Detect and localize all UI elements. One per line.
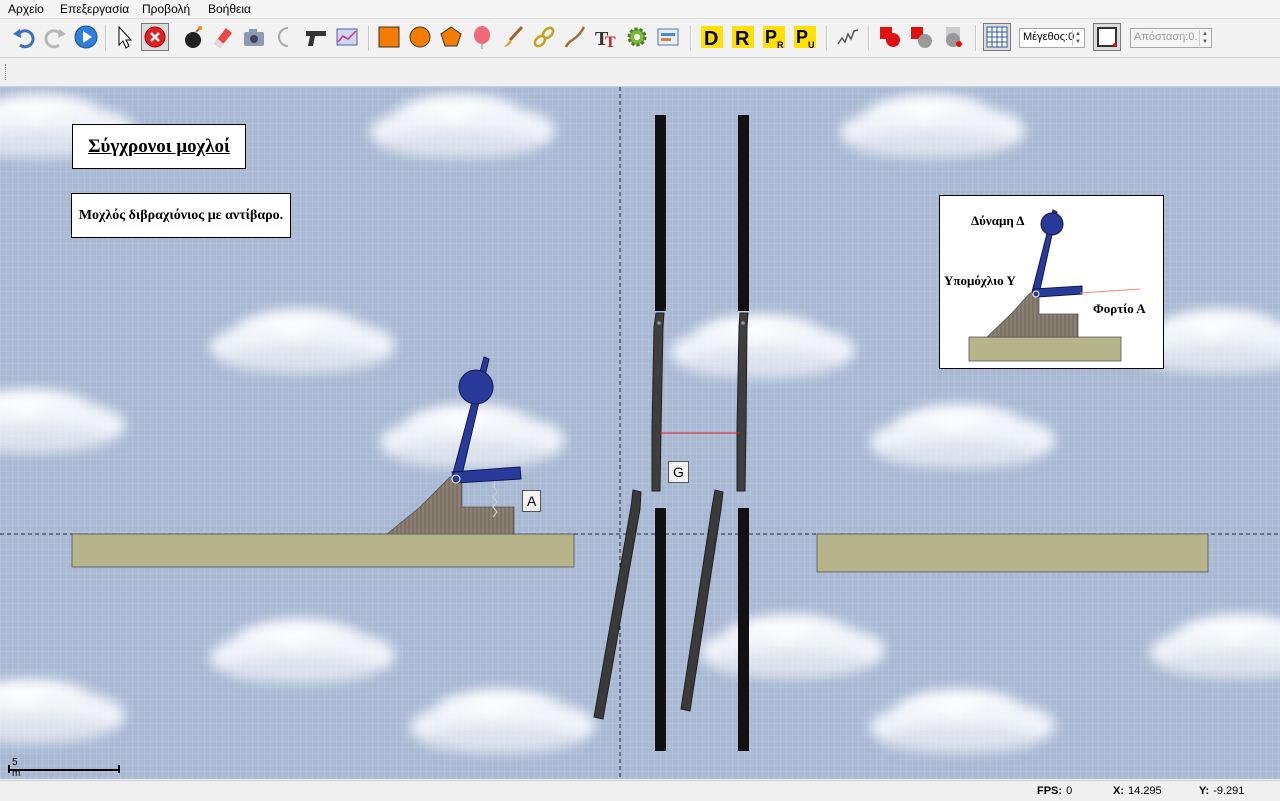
toolbar: TT D R PR PU Μέγεθος:0 ▲ ▼ Απόσταση:0. ▲ ▼ (0, 19, 1280, 58)
ground-right (816, 533, 1209, 573)
body-tag-a[interactable]: A (522, 490, 542, 512)
tool-d[interactable]: D (698, 23, 726, 51)
world-view (0, 87, 1280, 779)
load-label: Φορτίο Α (1093, 301, 1146, 316)
menu-bar: Αρχείο Επεξεργασία Προβολή Βοήθεια (0, 0, 1280, 19)
svg-text:P: P (796, 27, 808, 47)
gun-icon[interactable] (302, 23, 330, 51)
svg-text:T: T (605, 34, 616, 50)
y-coordinate-readout: Y: -9.291 (1199, 785, 1245, 797)
svg-text:P: P (765, 27, 777, 47)
menu-edit[interactable]: Επεξεργασία (60, 2, 129, 16)
tool-r[interactable]: R (729, 23, 757, 51)
play-icon[interactable] (72, 23, 100, 51)
chain-link-icon[interactable] (530, 23, 558, 51)
circle-icon[interactable] (406, 23, 434, 51)
graph-icon[interactable] (333, 23, 361, 51)
menu-file[interactable]: Αρχείο (8, 2, 44, 16)
redo-icon[interactable] (41, 23, 69, 51)
scale-label: 5 m (12, 757, 21, 779)
menu-view[interactable]: Προβολή (142, 2, 190, 16)
eraser-icon[interactable] (209, 23, 237, 51)
collision-layer-icon[interactable] (876, 23, 904, 51)
text-icon[interactable]: TT (592, 23, 620, 51)
rectangle-icon[interactable] (375, 23, 403, 51)
bomb-icon[interactable] (178, 23, 206, 51)
fulcrum-label: Υπομόχλιο Υ (944, 273, 1016, 288)
svg-text:U: U (808, 40, 815, 50)
polygon-icon[interactable] (437, 23, 465, 51)
scene-description: Μοχλός διβραχιόνιος με αντίβαρο. (71, 193, 291, 238)
simulation-canvas[interactable]: Σύγχρονοι μοχλοί Μοχλός διβραχιόνιος με … (0, 87, 1280, 779)
tool-pr[interactable]: PR (760, 23, 788, 51)
toolbar-grip[interactable] (5, 64, 8, 80)
secondary-toolbar (0, 58, 1280, 87)
select-pointer-icon[interactable] (110, 23, 138, 51)
rope-icon[interactable] (561, 23, 589, 51)
x-coordinate-readout: X: 14.295 (1113, 785, 1162, 797)
scale-bar (8, 765, 120, 773)
lever-info-diagram: Δύναμη Δ Υπομόχλιο Υ Φορτίο Α (939, 195, 1164, 369)
brush-icon[interactable] (499, 23, 527, 51)
image-icon[interactable] (654, 23, 682, 51)
force-label: Δύναμη Δ (971, 213, 1025, 228)
collision-layer-3-icon[interactable] (938, 23, 966, 51)
collision-layer-2-icon[interactable] (907, 23, 935, 51)
size-spinner[interactable]: Μέγεθος:0 ▲ ▼ (1019, 28, 1085, 48)
menu-help[interactable]: Βοήθεια (208, 2, 251, 16)
distance-spinner: Απόσταση:0. ▲ ▼ (1130, 28, 1212, 48)
grid-icon[interactable] (983, 23, 1011, 51)
scene-title: Σύγχρονοι μοχλοί (72, 124, 246, 169)
fps-readout: FPS: 0 (1037, 785, 1073, 797)
body-tag-g[interactable]: G (668, 461, 689, 483)
svg-text:D: D (704, 28, 718, 50)
undo-icon[interactable] (10, 23, 38, 51)
spring-icon[interactable] (834, 23, 862, 51)
svg-text:R: R (777, 40, 784, 50)
rectangle-outline-icon[interactable] (1093, 23, 1121, 51)
svg-text:R: R (735, 28, 750, 50)
tool-pu[interactable]: PU (791, 23, 819, 51)
balloon-icon[interactable] (468, 23, 496, 51)
delete-icon[interactable] (141, 23, 169, 51)
camera-icon[interactable] (240, 23, 268, 51)
hook-icon[interactable] (271, 23, 299, 51)
gear-icon[interactable] (623, 23, 651, 51)
status-bar: FPS: 0 X: 14.295 Y: -9.291 (0, 780, 1280, 801)
ground-left (71, 533, 575, 568)
